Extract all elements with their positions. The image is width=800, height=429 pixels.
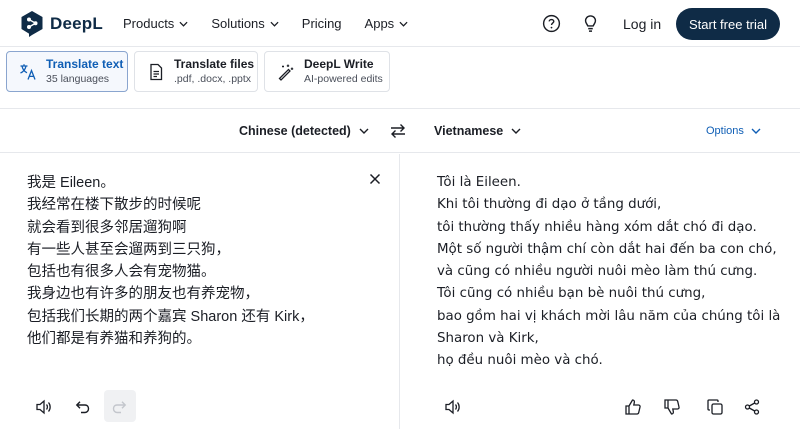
target-language-select[interactable]: Vietnamese [434,124,521,138]
login-link[interactable]: Log in [623,16,661,32]
menu-solutions[interactable]: Solutions [211,16,279,31]
source-language-select[interactable]: Chinese (detected) [239,124,369,138]
start-free-trial-button[interactable]: Start free trial [676,8,780,40]
target-text-line: và cũng có nhiều người nuôi mèo làm thú … [437,264,758,280]
target-text-line: tôi thường thấy nhiều hàng xóm dắt chó đ… [437,219,757,235]
main-menu: Products Solutions Pricing Apps [123,0,431,47]
top-nav: DeepL Products Solutions Pricing Apps Lo… [0,0,800,47]
thumbs-up-icon[interactable] [624,398,642,416]
copy-icon[interactable] [706,398,724,416]
target-panel: Tôi là Eileen. Khi tôi thường đi dạo ở tầ… [401,154,800,429]
source-text-line: 包括也有很多人会有宠物猫。 [27,264,216,281]
close-icon[interactable] [369,173,381,185]
tab-subtitle: .pdf, .docx, .pptx [174,73,252,85]
brand-name: DeepL [50,13,103,33]
chevron-down-icon [751,128,761,134]
target-text-line: họ đều nuôi mèo và chó. [437,353,603,369]
tab-subtitle: 35 languages [46,73,110,85]
tab-subtitle: AI-powered edits [304,73,383,85]
lightbulb-icon[interactable] [581,14,600,33]
chevron-down-icon [179,21,188,27]
chevron-down-icon [270,21,279,27]
source-text-line: 有一些人甚至会遛两到三只狗， [27,241,230,258]
target-text-line: bao gồm hai vị khách mời lâu năm của chú… [437,308,781,324]
menu-products[interactable]: Products [123,16,188,31]
magic-pen-icon [278,64,294,81]
undo-icon[interactable] [73,398,91,416]
options-dropdown[interactable]: Options [706,125,761,137]
menu-apps[interactable]: Apps [365,16,409,31]
source-language-label: Chinese (detected) [239,124,351,138]
menu-products-label: Products [123,16,175,31]
language-bar: Chinese (detected) Vietnamese Options [0,110,800,153]
target-text-line: Khi tôi thường đi dạo ở tầng dưới, [437,197,662,213]
tab-title: Translate text [46,57,124,71]
source-text-area[interactable]: 我是 Eileen。我经常在楼下散步的时候呢 就会看到很多邻居遛狗啊有一些人甚至会… [27,172,314,350]
target-text-area[interactable]: Tôi là Eileen. Khi tôi thường đi dạo ở tầ… [437,172,780,373]
menu-apps-label: Apps [364,16,395,31]
chevron-down-icon [359,128,369,134]
speaker-icon[interactable] [444,398,462,416]
source-text-line: 我身边也有许多的朋友也有养宠物， [27,286,259,303]
menu-pricing[interactable]: Pricing [302,16,342,31]
thumbs-down-icon[interactable] [663,398,681,416]
file-icon [150,63,163,80]
redo-button[interactable] [104,390,136,422]
chevron-down-icon [511,128,521,134]
target-text-line: Tôi cũng có nhiều bạn bè nuôi thú cưng, [437,286,706,302]
share-icon[interactable] [743,398,761,416]
deepl-logo-icon [21,11,43,37]
redo-icon [112,401,127,414]
chevron-down-icon [399,21,408,27]
deepl-logo[interactable]: DeepL [20,10,103,37]
tab-translate-files[interactable]: Translate files .pdf, .docx, .pptx [134,51,258,92]
swap-languages-icon[interactable] [389,122,407,140]
tab-deepl-write[interactable]: DeepL Write AI-powered edits [264,51,390,92]
options-label: Options [706,125,744,137]
tab-translate-text[interactable]: Translate text 35 languages [6,51,128,92]
translate-icon [20,63,36,80]
source-panel[interactable]: 我是 Eileen。我经常在楼下散步的时候呢 就会看到很多邻居遛狗啊有一些人甚至会… [0,154,400,429]
source-text-line: 就会看到很多邻居遛狗啊 [27,219,187,236]
mode-tabs: Translate text 35 languages Translate fi… [0,47,800,109]
tab-title: Translate files [174,57,255,71]
speaker-icon[interactable] [35,398,53,416]
source-text-line: 我经常在楼下散步的时候呢 [27,197,201,214]
target-text-line: Tôi là Eileen. [437,175,521,190]
source-text-line: 包括我们长期的两个嘉宾 Sharon 还有 Kirk， [27,308,314,325]
source-text-line: 我是 Eileen。 [27,175,115,191]
help-icon[interactable] [542,14,561,33]
target-language-label: Vietnamese [434,124,504,138]
menu-pricing-label: Pricing [301,16,342,31]
target-text-line: Một số người thậm chí còn dắt hai đến ba… [437,241,777,257]
source-text-line: 他们都是有养猫和养狗的。 [27,331,201,348]
menu-solutions-label: Solutions [211,16,265,31]
target-text-line: Sharon và Kirk, [437,331,539,347]
tab-title: DeepL Write [304,57,374,71]
